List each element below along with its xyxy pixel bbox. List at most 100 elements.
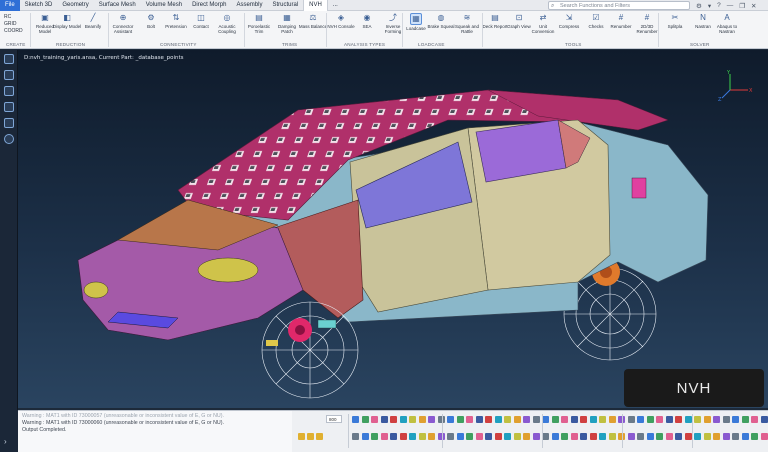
toolbar-tool-icon[interactable]: [447, 433, 454, 440]
squeak-rattle-button[interactable]: ≋ Squeak and Rattle: [454, 13, 480, 34]
toolbar-tool-icon[interactable]: [665, 416, 673, 423]
toolbar-tool-icon[interactable]: [732, 433, 739, 440]
toolbar-tool-icon[interactable]: [665, 433, 673, 440]
menu-item-[interactable]: ...: [328, 0, 343, 11]
toolbar-tool-icon[interactable]: [466, 433, 473, 440]
toolbar-tool-icon[interactable]: [722, 416, 730, 423]
toolbar-tool-icon[interactable]: [608, 433, 616, 440]
renumber-2d3d-button[interactable]: #2D/3D Renumber: [634, 13, 660, 34]
toolbar-tool-icon[interactable]: [713, 433, 720, 440]
toolbar-tool-icon[interactable]: [418, 433, 426, 440]
toolbar-tool-icon[interactable]: [580, 433, 587, 440]
toolbar-tool-icon[interactable]: [751, 416, 758, 423]
toolbar-tool-icon[interactable]: [741, 433, 749, 440]
toolbar-tool-icon[interactable]: [760, 433, 768, 440]
toolbar-tool-icon[interactable]: [352, 433, 359, 440]
edit-icon[interactable]: [4, 118, 14, 128]
toolbar-tool-icon[interactable]: [561, 416, 568, 423]
toolbar-tool-icon[interactable]: [741, 416, 749, 423]
toolbar-tool-icon[interactable]: [298, 433, 305, 440]
search-input[interactable]: ⌕ Search Functions and Filters: [548, 1, 690, 10]
toolbar-tool-icon[interactable]: [390, 433, 397, 440]
toolbar-tool-icon[interactable]: [475, 433, 483, 440]
toolbar-tool-icon[interactable]: [409, 433, 416, 440]
menu-item-nvh[interactable]: NVH: [303, 0, 328, 11]
expand-arrow-icon[interactable]: ›: [4, 437, 7, 446]
toolbar-tool-icon[interactable]: [599, 416, 606, 423]
toolbar-tool-icon[interactable]: [561, 433, 568, 440]
settings-icon[interactable]: ⚙: [696, 2, 702, 10]
toolbar-tool-icon[interactable]: [494, 433, 502, 440]
toolbar-tool-icon[interactable]: [722, 433, 730, 440]
toolbar-tool-icon[interactable]: [399, 416, 407, 423]
compress-button[interactable]: ⇲ Compress: [556, 13, 582, 29]
toolbar-tool-icon[interactable]: [713, 416, 720, 423]
menu-item-structural[interactable]: Structural: [267, 0, 303, 11]
toolbar-tool-icon[interactable]: [428, 433, 435, 440]
renumber-button[interactable]: # Renumber: [608, 13, 634, 29]
toolbar-tool-icon[interactable]: [437, 433, 445, 440]
toolbar-tool-icon[interactable]: [751, 433, 758, 440]
list-icon[interactable]: [4, 70, 14, 80]
toolbar-tool-icon[interactable]: [513, 416, 521, 423]
toolbar-tool-icon[interactable]: [485, 416, 492, 423]
brake-squeal-button[interactable]: ◍ Brake Squeal: [427, 13, 454, 29]
toolbar-tool-icon[interactable]: [551, 416, 559, 423]
toolbar-tool-icon[interactable]: [371, 416, 378, 423]
toolbar-tool-icon[interactable]: [608, 416, 616, 423]
splitpla-button[interactable]: ✂ Splitpla: [662, 13, 688, 29]
toolbar-tool-icon[interactable]: [570, 433, 578, 440]
toolbar-tool-icon[interactable]: [380, 416, 388, 423]
toolbar-tool-icon[interactable]: [627, 416, 635, 423]
menu-item-geometry[interactable]: Geometry: [57, 0, 93, 11]
toolbar-tool-icon[interactable]: [694, 416, 701, 423]
toolbar-tool-icon[interactable]: [371, 433, 378, 440]
toolbar-tool-icon[interactable]: [637, 433, 644, 440]
create-item[interactable]: GRID: [4, 21, 23, 28]
menu-item-volume-mesh[interactable]: Volume Mesh: [141, 0, 187, 11]
toolbar-tool-icon[interactable]: [684, 416, 692, 423]
unit-conversion-button[interactable]: ⇄ Unit Conversion: [530, 13, 556, 34]
toolbar-tool-icon[interactable]: [361, 433, 369, 440]
toolbar-tool-icon[interactable]: [542, 433, 549, 440]
display-model-button[interactable]: ◧ Display Model: [53, 13, 81, 29]
toolbar-tool-icon[interactable]: [656, 433, 663, 440]
toolbar-tool-icon[interactable]: [447, 416, 454, 423]
menu-item-sketch-3d[interactable]: Sketch 3D: [20, 0, 58, 11]
toolbar-tool-icon[interactable]: [732, 416, 739, 423]
toolbar-tool-icon[interactable]: [504, 416, 511, 423]
toolbar-tool-icon[interactable]: [513, 433, 521, 440]
toolbar-tool-icon[interactable]: [475, 416, 483, 423]
toolbar-tool-icon[interactable]: [456, 416, 464, 423]
toolbar-tool-icon[interactable]: [703, 416, 711, 423]
toolbar-tool-icon[interactable]: [646, 433, 654, 440]
chevron-down-icon[interactable]: ▾: [708, 2, 711, 10]
toolbar-tool-icon[interactable]: [418, 416, 426, 423]
toolbar-tool-icon[interactable]: [390, 416, 397, 423]
toolbar-tool-icon[interactable]: [627, 433, 635, 440]
toolbar-tool-icon[interactable]: [675, 416, 682, 423]
database-icon[interactable]: [4, 54, 14, 64]
toolbar-tool-icon[interactable]: [532, 416, 540, 423]
damping-patch-button[interactable]: ▦ Damping Patch: [274, 13, 300, 34]
create-item[interactable]: COORD: [4, 28, 23, 35]
poroelastic-trim-button[interactable]: ▤ Poroelastic Trim: [246, 13, 272, 34]
layers-icon[interactable]: [4, 102, 14, 112]
toolbar-tool-icon[interactable]: [428, 416, 435, 423]
acoustic-coupling-button[interactable]: ◎ Acoustic Coupling: [214, 13, 240, 34]
parts-icon[interactable]: [4, 86, 14, 96]
toolbar-tool-icon[interactable]: [437, 416, 445, 423]
toolbar-tool-icon[interactable]: [599, 433, 606, 440]
properties-icon[interactable]: [4, 134, 14, 144]
toolbar-tool-icon[interactable]: [589, 416, 597, 423]
toolbar-tool-icon[interactable]: [675, 433, 682, 440]
toolbar-tool-icon[interactable]: [352, 416, 359, 423]
toolbar-tool-icon[interactable]: [456, 433, 464, 440]
help-icon[interactable]: ?: [717, 2, 721, 9]
toolbar-tool-icon[interactable]: [485, 433, 492, 440]
menu-item-file[interactable]: File: [0, 0, 20, 11]
toolbar-tool-icon[interactable]: [504, 433, 511, 440]
minimize-icon[interactable]: —: [727, 2, 734, 9]
value-field[interactable]: 800: [326, 415, 342, 423]
toolbar-tool-icon[interactable]: [570, 416, 578, 423]
